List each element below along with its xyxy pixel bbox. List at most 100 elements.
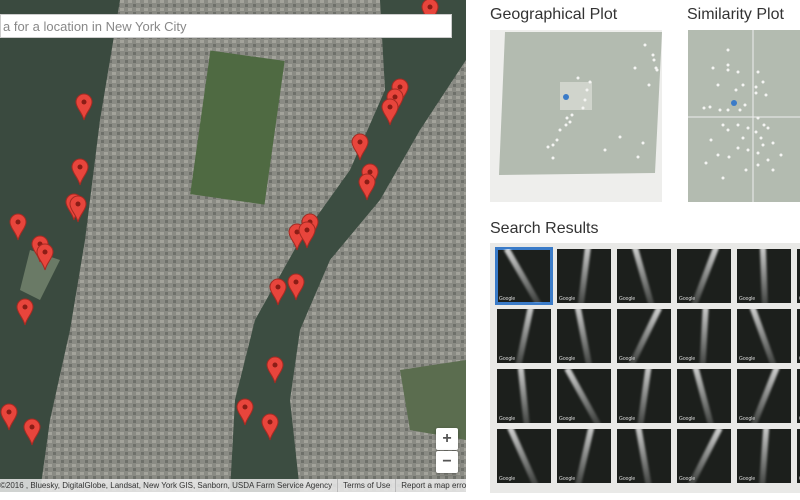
- terms-link[interactable]: Terms of Use: [337, 479, 395, 492]
- plot-point: [652, 58, 656, 62]
- result-thumbnail[interactable]: Google: [617, 309, 671, 363]
- result-thumbnail[interactable]: Google: [677, 249, 731, 303]
- plot-point: [756, 151, 760, 155]
- boat-wake: [692, 369, 716, 423]
- plot-point: [726, 108, 730, 112]
- plot-point: [741, 83, 745, 87]
- result-thumbnail[interactable]: Google: [557, 249, 611, 303]
- result-thumbnail[interactable]: Google: [617, 249, 671, 303]
- plot-point: [779, 153, 783, 157]
- plot-point: [633, 66, 637, 70]
- plot-point: [726, 63, 730, 67]
- plot-point: [726, 68, 730, 72]
- plot-point: [709, 138, 713, 142]
- map-marker-icon[interactable]: [381, 98, 399, 126]
- plot-point: [603, 148, 607, 152]
- thumbnail-label: Google: [619, 356, 636, 362]
- map-marker-icon[interactable]: [36, 243, 54, 271]
- result-thumbnail[interactable]: Google: [557, 429, 611, 483]
- result-thumbnail[interactable]: Google: [497, 369, 551, 423]
- boat-wake: [503, 249, 545, 303]
- map-marker-icon[interactable]: [358, 173, 376, 201]
- plot-point: [736, 123, 740, 127]
- plot-point: [655, 68, 659, 72]
- plot-point: [746, 126, 750, 130]
- map-marker-icon[interactable]: [69, 195, 87, 223]
- thumbnail-label: Google: [619, 416, 636, 422]
- plot-point: [641, 141, 645, 145]
- thumbnail-label: Google: [499, 476, 516, 482]
- result-thumbnail[interactable]: Google: [617, 369, 671, 423]
- satellite-map[interactable]: a for a location in New York City + − ©2…: [0, 0, 466, 492]
- map-marker-icon[interactable]: [269, 278, 287, 306]
- map-marker-icon[interactable]: [287, 273, 305, 301]
- plot-point: [564, 123, 568, 127]
- plot-point: [565, 116, 569, 120]
- thumbnail-label: Google: [739, 356, 756, 362]
- boat-wake: [688, 249, 720, 303]
- thumbnail-label: Google: [499, 416, 516, 422]
- plot-point: [643, 43, 647, 47]
- plot-point: [588, 80, 592, 84]
- map-marker-icon[interactable]: [71, 158, 89, 186]
- plot-point: [551, 143, 555, 147]
- map-marker-icon[interactable]: [0, 403, 18, 431]
- boat-wake: [634, 429, 654, 483]
- boat-wake: [758, 429, 770, 483]
- result-thumbnail[interactable]: Google: [677, 309, 731, 363]
- boat-wake: [748, 369, 780, 423]
- result-thumbnail[interactable]: Google: [497, 309, 551, 363]
- plot-point: [718, 108, 722, 112]
- similarity-plot-title: Similarity Plot: [687, 6, 784, 23]
- map-marker-icon[interactable]: [266, 356, 284, 384]
- map-marker-icon[interactable]: [298, 221, 316, 249]
- map-marker-icon[interactable]: [16, 298, 34, 326]
- map-marker-icon[interactable]: [351, 133, 369, 161]
- map-marker-icon[interactable]: [261, 413, 279, 441]
- result-thumbnail[interactable]: Google: [495, 247, 553, 305]
- geographical-plot[interactable]: [490, 30, 662, 202]
- result-thumbnail[interactable]: Google: [737, 369, 791, 423]
- result-thumbnail[interactable]: Google: [677, 429, 731, 483]
- plot-point: [581, 106, 585, 110]
- result-thumbnail[interactable]: Google: [497, 429, 551, 483]
- plot-point: [555, 138, 559, 142]
- map-marker-icon[interactable]: [75, 93, 93, 121]
- plot-point: [727, 155, 731, 159]
- selected-point: [563, 94, 569, 100]
- result-thumbnail[interactable]: Google: [737, 309, 791, 363]
- result-thumbnail[interactable]: Google: [557, 369, 611, 423]
- map-marker-icon[interactable]: [236, 398, 254, 426]
- plot-point: [736, 70, 740, 74]
- plot-point: [741, 136, 745, 140]
- map-imagery: [0, 0, 466, 492]
- plot-point: [756, 163, 760, 167]
- thumbnail-label: Google: [559, 296, 576, 302]
- plot-point: [736, 146, 740, 150]
- map-marker-icon[interactable]: [9, 213, 27, 241]
- plot-point: [583, 98, 587, 102]
- plot-point: [756, 116, 760, 120]
- result-thumbnail[interactable]: Google: [737, 429, 791, 483]
- zoom-out-button[interactable]: −: [436, 451, 458, 473]
- attribution-text: ©2016 , Bluesky, DigitalGlobe, Landsat, …: [0, 481, 333, 490]
- report-map-error-link[interactable]: Report a map error: [395, 479, 466, 492]
- boat-wake: [513, 309, 535, 363]
- location-search-input[interactable]: a for a location in New York City: [0, 14, 452, 38]
- result-thumbnail[interactable]: Google: [737, 249, 791, 303]
- geo-plot-title: Geographical Plot: [490, 6, 618, 23]
- zoom-in-button[interactable]: +: [436, 428, 458, 450]
- thumbnail-label: Google: [619, 476, 636, 482]
- plot-point: [766, 126, 770, 130]
- result-thumbnail[interactable]: Google: [557, 309, 611, 363]
- result-thumbnail[interactable]: Google: [677, 369, 731, 423]
- search-results-grid: Google Google Google Google Google Google Goog…: [490, 243, 800, 493]
- similarity-plot[interactable]: [688, 30, 800, 202]
- map-marker-icon[interactable]: [23, 418, 41, 446]
- plot-point: [761, 143, 765, 147]
- plot-point: [618, 135, 622, 139]
- thumbnail-label: Google: [559, 356, 576, 362]
- plot-point: [702, 106, 706, 110]
- boat-wake: [625, 309, 663, 363]
- result-thumbnail[interactable]: Google: [617, 429, 671, 483]
